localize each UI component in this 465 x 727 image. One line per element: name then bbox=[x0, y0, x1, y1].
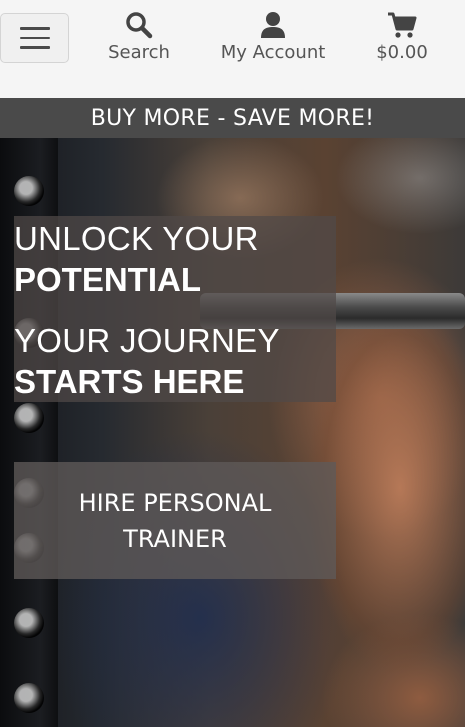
rack-hole bbox=[14, 176, 44, 206]
cart-link[interactable]: $0.00 bbox=[366, 10, 438, 63]
search-label: Search bbox=[108, 42, 170, 63]
rack-hole bbox=[14, 683, 44, 713]
rack-hole bbox=[14, 403, 44, 433]
hero-heading-line4: STARTS HERE bbox=[14, 363, 245, 400]
promo-banner: BUY MORE - SAVE MORE! bbox=[0, 98, 465, 138]
cart-icon bbox=[387, 10, 417, 40]
hamburger-icon-line bbox=[19, 46, 50, 49]
hero-section: UNLOCK YOUR POTENTIAL YOUR JOURNEY START… bbox=[0, 138, 465, 727]
my-account-link[interactable]: My Account bbox=[218, 10, 328, 63]
search-icon bbox=[125, 10, 153, 40]
hero-heading-line3: YOUR JOURNEY bbox=[14, 322, 280, 359]
hero-heading-line2: POTENTIAL bbox=[14, 261, 201, 298]
search-link[interactable]: Search bbox=[106, 10, 172, 63]
hero-heading-line1: UNLOCK YOUR bbox=[14, 220, 259, 257]
top-navigation: Search My Account $0.00 bbox=[0, 0, 465, 98]
user-icon bbox=[260, 10, 286, 40]
hamburger-icon-line bbox=[19, 36, 50, 40]
rack-hole bbox=[14, 608, 44, 638]
my-account-label: My Account bbox=[220, 42, 326, 63]
hire-trainer-button[interactable]: HIRE PERSONAL TRAINER bbox=[14, 462, 336, 579]
menu-toggle-button[interactable] bbox=[0, 13, 69, 63]
cart-total: $0.00 bbox=[376, 42, 428, 63]
promo-text: BUY MORE - SAVE MORE! bbox=[90, 105, 375, 131]
hamburger-icon bbox=[19, 27, 50, 30]
hire-trainer-label: HIRE PERSONAL TRAINER bbox=[78, 488, 272, 553]
